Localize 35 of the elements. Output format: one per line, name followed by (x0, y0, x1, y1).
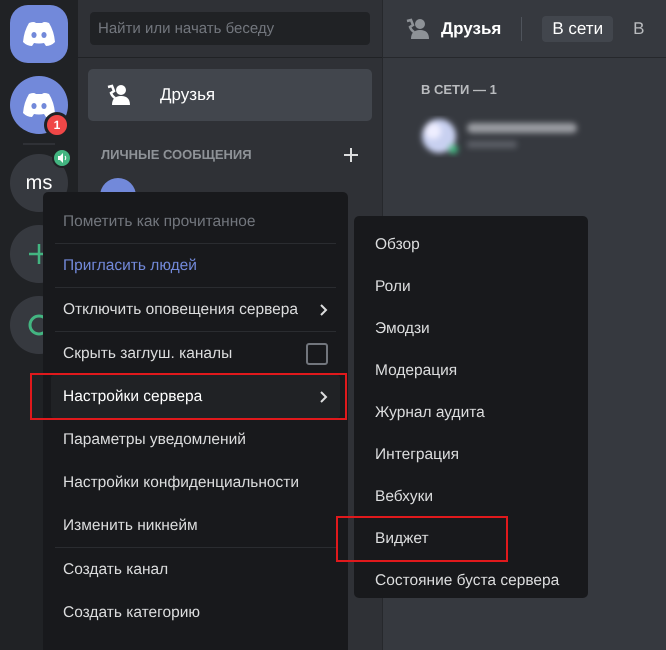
search-field[interactable]: Найти или начать беседу (90, 12, 370, 45)
menu-item[interactable]: Журнал аудита (362, 392, 580, 434)
menu-item[interactable]: Обзор (362, 224, 580, 266)
controller-icon (22, 92, 56, 118)
menu-item[interactable]: Настройки конфиденциальности (51, 461, 340, 504)
section-title: В СЕТИ — 1 (420, 81, 498, 97)
friends-nav-item[interactable]: Друзья (88, 69, 372, 121)
menu-item[interactable]: Виджет (362, 518, 506, 560)
menu-item[interactable]: Интеграция (362, 434, 580, 476)
menu-item[interactable]: Модерация (362, 350, 580, 392)
section-title: ЛИЧНЫЕ СООБЩЕНИЯ (101, 147, 252, 162)
unread-badge: 1 (44, 112, 70, 138)
menu-item[interactable]: Создать категорию (51, 591, 340, 634)
person-icon (405, 18, 431, 40)
menu-item[interactable]: Отключить оповещения сервера (51, 288, 340, 331)
menu-item[interactable]: Эмодзи (362, 308, 580, 350)
tab[interactable]: В сети (542, 16, 614, 42)
checkbox[interactable] (306, 342, 328, 364)
menu-item[interactable]: Изменить никнейм (51, 504, 340, 547)
plus-icon[interactable] (344, 148, 358, 162)
server-icon[interactable] (10, 5, 68, 63)
menu-item[interactable]: Параметры уведомлений (51, 418, 340, 461)
menu-item[interactable]: Настройки сервера (51, 375, 340, 418)
page-title: Друзья (441, 18, 502, 38)
chevron-right-icon (320, 390, 328, 402)
menu-item[interactable]: Создать канал (51, 548, 340, 591)
menu-item[interactable]: Роли (362, 266, 580, 308)
controller-icon (22, 21, 56, 47)
chevron-right-icon (320, 304, 328, 316)
tab[interactable]: В (623, 16, 654, 42)
person-icon (106, 84, 132, 106)
menu-item[interactable]: Вебхуки (362, 476, 580, 518)
menu-item[interactable]: Пригласить людей (51, 244, 340, 287)
menu-item[interactable]: Состояние буста сервера (362, 560, 580, 602)
menu-item[interactable]: Скрыть заглуш. каналы (51, 332, 340, 375)
